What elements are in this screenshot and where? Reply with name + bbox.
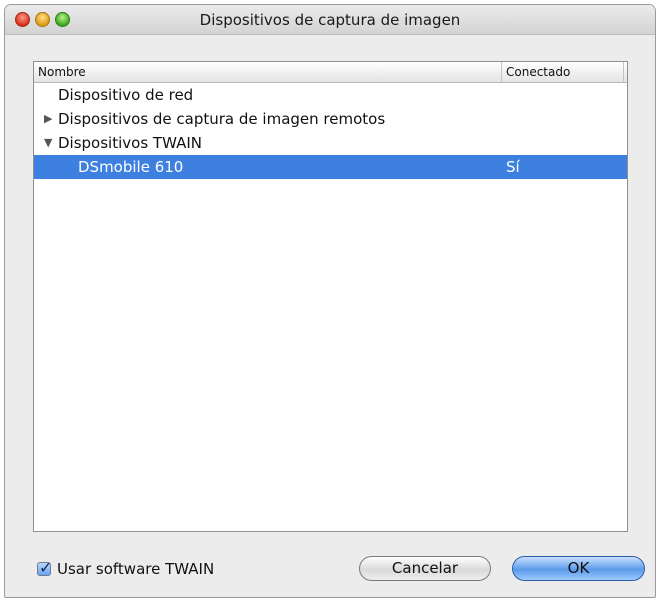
disclosure-expanded-icon[interactable]: ▼	[44, 131, 52, 155]
table-row-selected[interactable]: DSmobile 610 Sí	[34, 155, 627, 179]
window-title: Dispositivos de captura de imagen	[199, 11, 461, 29]
checkbox-box[interactable]: ✓	[37, 558, 52, 577]
table-header: Nombre Conectado	[34, 62, 627, 83]
column-header-name[interactable]: Nombre	[34, 62, 502, 82]
table-row[interactable]: ▶ Dispositivos de captura de imagen remo…	[34, 107, 627, 131]
row-name: Dispositivos de captura de imagen remoto…	[58, 110, 386, 128]
row-name: DSmobile 610	[78, 158, 184, 176]
dialog-footer: ✓ Usar software TWAIN Cancelar OK	[5, 550, 655, 590]
row-name: Dispositivo de red	[58, 86, 194, 104]
disclosure-collapsed-icon[interactable]: ▶	[44, 107, 52, 131]
checkmark-icon: ✓	[39, 558, 53, 577]
ok-button[interactable]: OK	[512, 556, 645, 581]
table-row[interactable]: ▼ Dispositivos TWAIN	[34, 131, 627, 155]
capture-devices-window: Dispositivos de captura de imagen Nombre…	[4, 4, 656, 598]
column-header-filler	[624, 62, 628, 82]
use-twain-checkbox[interactable]: ✓ Usar software TWAIN	[37, 558, 214, 578]
title-bar[interactable]: Dispositivos de captura de imagen	[5, 5, 655, 35]
column-header-connected[interactable]: Conectado	[502, 62, 624, 82]
use-twain-label[interactable]: Usar software TWAIN	[57, 560, 214, 578]
row-name: Dispositivos TWAIN	[58, 134, 202, 152]
table-row[interactable]: Dispositivo de red	[34, 83, 627, 107]
cancel-button[interactable]: Cancelar	[359, 556, 491, 581]
devices-table[interactable]: Nombre Conectado Dispositivo de red ▶ Di…	[33, 61, 628, 532]
row-connected: Sí	[506, 158, 520, 176]
